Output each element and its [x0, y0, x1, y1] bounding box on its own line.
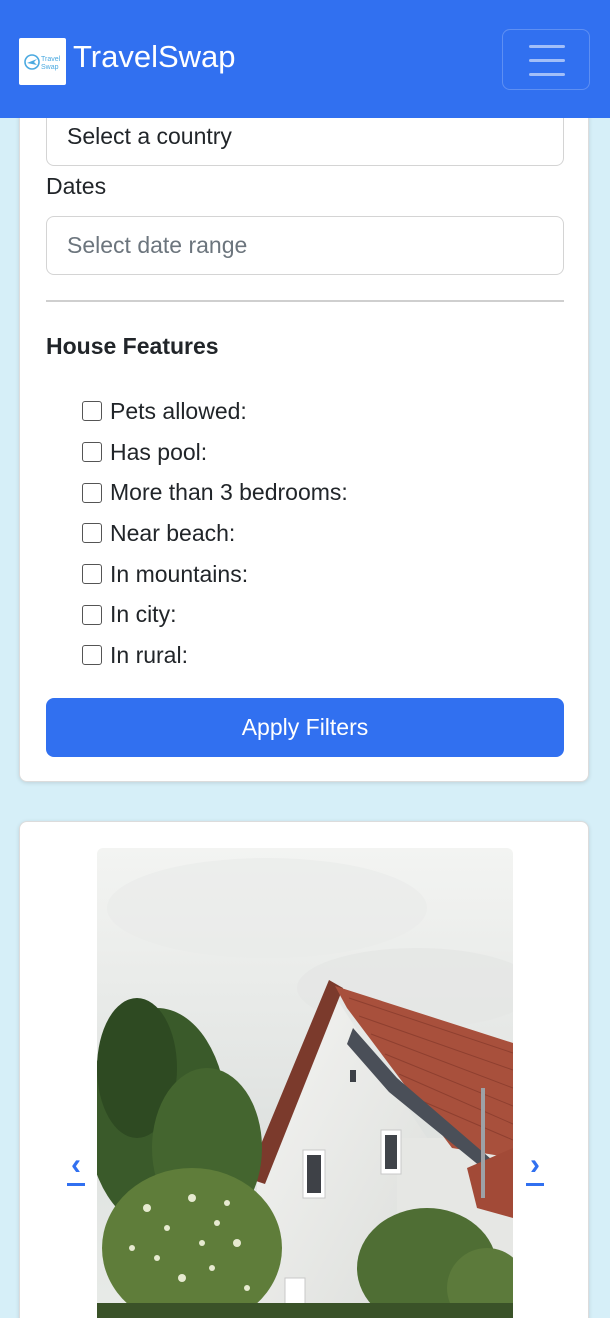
feature-in-rural[interactable]: In rural: [82, 635, 348, 676]
next-underline [526, 1183, 544, 1186]
hamburger-icon-bar [529, 73, 565, 76]
feature-more-than-3-bedrooms[interactable]: More than 3 bedrooms: [82, 472, 348, 513]
date-range-input[interactable]: Select date range [46, 216, 564, 275]
feature-label: More than 3 bedrooms: [110, 479, 348, 506]
dates-label: Dates [46, 173, 107, 199]
carousel-prev-button[interactable]: ‹ [65, 1150, 87, 1188]
carousel-next-button[interactable]: › [524, 1150, 546, 1188]
house-image [97, 848, 513, 1318]
menu-toggle-button[interactable] [502, 29, 590, 90]
feature-label: In rural: [110, 641, 188, 668]
divider [46, 300, 564, 302]
svg-text:Swap: Swap [41, 64, 59, 71]
hamburger-icon-bar [529, 59, 565, 62]
chevron-right-icon: › [530, 1148, 540, 1181]
listing-card: ‹ › [19, 821, 589, 1318]
has-pool-checkbox[interactable] [82, 442, 102, 463]
filter-card: Select a country Dates Select date range… [19, 80, 589, 782]
house-photo[interactable] [97, 848, 513, 1318]
more-than-3-bedrooms-checkbox[interactable] [82, 482, 102, 503]
feature-label: Has pool: [110, 438, 208, 465]
feature-label: Near beach: [110, 519, 236, 546]
hamburger-icon [529, 45, 565, 48]
feature-in-city[interactable]: In city: [82, 594, 348, 635]
feature-pets-allowed[interactable]: Pets allowed: [82, 391, 348, 432]
travel-swap-logo-icon: Travel Swap [23, 53, 61, 71]
in-city-checkbox[interactable] [82, 604, 102, 625]
near-beach-checkbox[interactable] [82, 523, 102, 544]
feature-label: Pets allowed: [110, 397, 247, 424]
house-features-title: House Features [46, 333, 219, 359]
prev-underline [67, 1183, 85, 1186]
brand-logo[interactable]: Travel Swap [19, 38, 66, 85]
in-mountains-checkbox[interactable] [82, 564, 102, 585]
feature-near-beach[interactable]: Near beach: [82, 513, 348, 554]
navbar: Travel Swap TravelSwap [0, 0, 610, 118]
feature-label: In mountains: [110, 560, 249, 587]
feature-in-mountains[interactable]: In mountains: [82, 554, 348, 595]
brand-name[interactable]: TravelSwap [73, 38, 236, 76]
feature-label: In city: [110, 601, 177, 628]
chevron-left-icon: ‹ [71, 1148, 81, 1181]
pets-allowed-checkbox[interactable] [82, 401, 102, 422]
svg-text:Travel: Travel [41, 56, 61, 63]
apply-filters-button[interactable]: Apply Filters [46, 698, 564, 757]
in-rural-checkbox[interactable] [82, 645, 102, 666]
features-list: Pets allowed: Has pool: More than 3 bedr… [82, 391, 348, 676]
feature-has-pool[interactable]: Has pool: [82, 432, 348, 473]
